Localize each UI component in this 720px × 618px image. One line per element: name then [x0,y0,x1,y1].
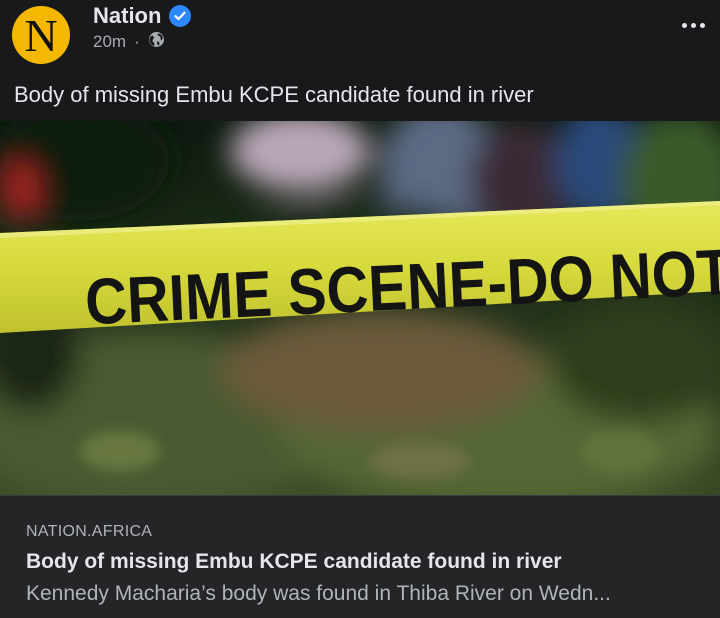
post-text: Body of missing Embu KCPE candidate foun… [14,82,534,107]
dot-icon [699,22,705,28]
verified-badge-icon [169,5,192,27]
meta-separator: · [134,32,140,51]
post-header: N Nation 20m · [0,0,720,75]
post-time[interactable]: 20m [93,32,126,52]
dot-icon [681,22,687,28]
link-preview-box[interactable]: NATION.AFRICA Body of missing Embu KCPE … [0,495,720,618]
more-options-button[interactable] [676,12,710,38]
link-description: Kennedy Macharia’s body was found in Thi… [26,582,611,605]
page-avatar[interactable]: N [12,6,70,64]
dot-icon [690,22,696,28]
avatar-letter: N [24,10,58,61]
page-name[interactable]: Nation [93,3,161,29]
crime-scene-photo: CRIME SCENE-DO NOT ENTER [0,121,720,495]
post-meta: 20m · [93,31,165,53]
link-title[interactable]: Body of missing Embu KCPE candidate foun… [26,550,562,574]
link-domain: NATION.AFRICA [26,523,153,540]
page-name-row: Nation [93,3,192,29]
globe-icon [148,31,165,53]
link-preview-image[interactable]: CRIME SCENE-DO NOT ENTER [0,121,720,495]
